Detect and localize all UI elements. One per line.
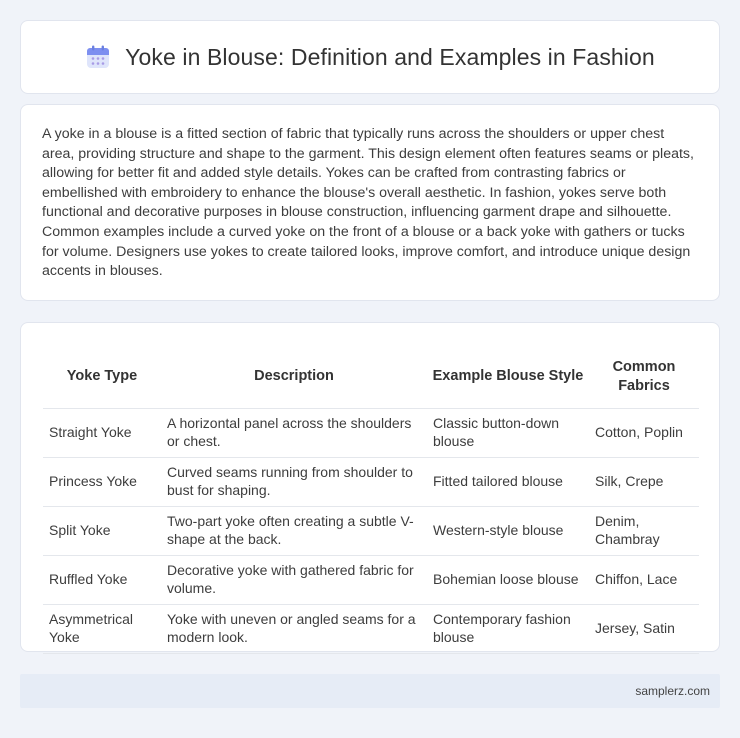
cell-description: Yoke with uneven or angled seams for a m… [161,603,427,654]
column-header-example-style: Example Blouse Style [432,368,584,385]
table-row: Straight Yoke A horizontal panel across … [43,407,699,457]
table-row: Asymmetrical Yoke Yoke with uneven or an… [43,603,699,654]
calendar-icon [87,45,110,68]
intro-card: A yoke in a blouse is a fitted section o… [20,104,720,301]
cell-yoke-type: Straight Yoke [43,407,161,457]
cell-common-fabrics: Denim, Chambray [589,505,699,555]
cell-yoke-type: Asymmetrical Yoke [43,603,161,654]
table-row: Princess Yoke Curved seams running from … [43,456,699,506]
cell-common-fabrics: Jersey, Satin [589,603,699,654]
footer-site-link[interactable]: samplerz.com [635,684,710,698]
cell-example-style: Contemporary fashion blouse [427,603,589,654]
column-header-common-fabrics: Common Fabrics [612,358,676,394]
title-card: Yoke in Blouse: Definition and Examples … [20,20,720,94]
table-header-row: Yoke Type Description Example Blouse Sty… [43,346,699,408]
footer-bar: samplerz.com [20,674,720,708]
cell-yoke-type: Split Yoke [43,505,161,555]
cell-description: Two-part yoke often creating a subtle V-… [161,505,427,555]
cell-example-style: Western-style blouse [427,505,589,555]
column-header-yoke-type: Yoke Type [66,368,138,385]
cell-yoke-type: Ruffled Yoke [43,554,161,604]
cell-description: A horizontal panel across the shoulders … [161,407,427,457]
cell-description: Decorative yoke with gathered fabric for… [161,554,427,604]
cell-common-fabrics: Cotton, Poplin [589,407,699,457]
table-card: Yoke Type Description Example Blouse Sty… [20,322,720,654]
title-wrap: Yoke in Blouse: Definition and Examples … [85,44,655,71]
table-row: Ruffled Yoke Decorative yoke with gather… [43,554,699,604]
cell-common-fabrics: Silk, Crepe [589,456,699,506]
cell-example-style: Fitted tailored blouse [427,456,589,506]
cell-common-fabrics: Chiffon, Lace [589,554,699,604]
column-header-description: Description [254,368,334,385]
intro-paragraph: A yoke in a blouse is a fitted section o… [42,126,694,280]
yoke-table: Yoke Type Description Example Blouse Sty… [43,346,699,654]
cell-example-style: Bohemian loose blouse [427,554,589,604]
table-row: Split Yoke Two-part yoke often creating … [43,505,699,555]
page-title: Yoke in Blouse: Definition and Examples … [125,43,655,70]
cell-example-style: Classic button-down blouse [427,407,589,457]
cell-yoke-type: Princess Yoke [43,456,161,506]
cell-description: Curved seams running from shoulder to bu… [161,456,427,506]
